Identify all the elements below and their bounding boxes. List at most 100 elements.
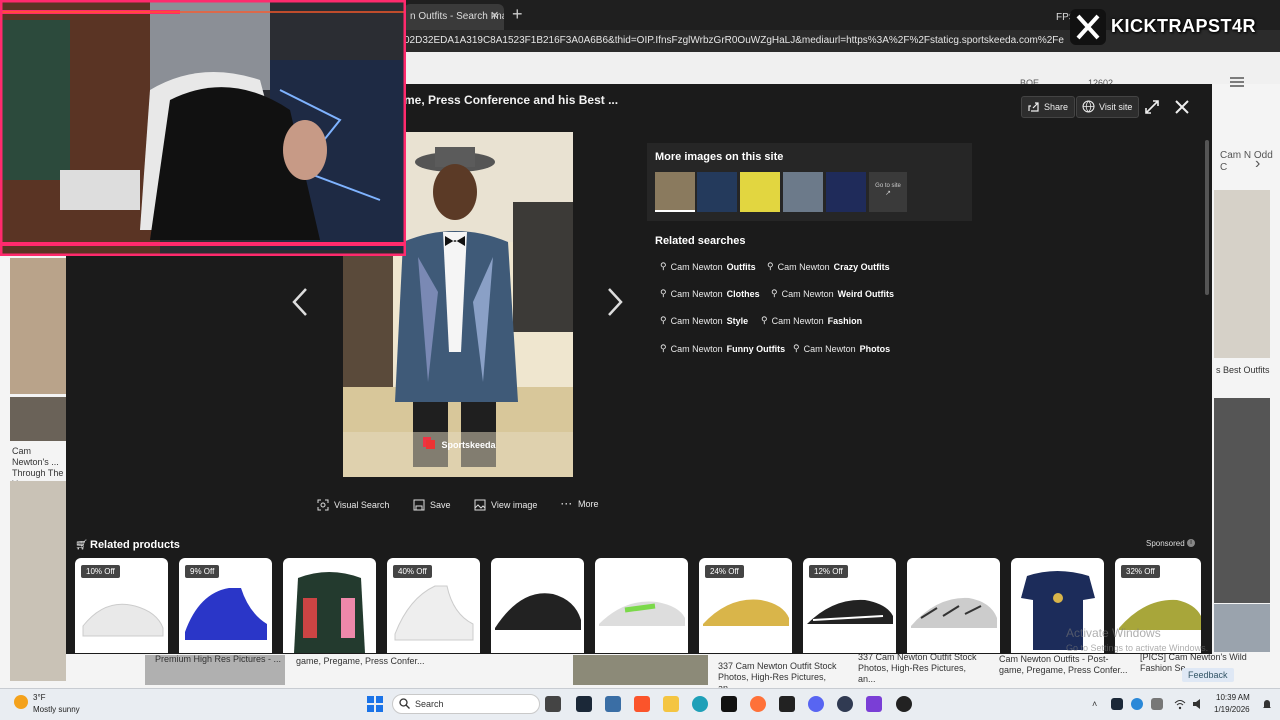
tray-icon[interactable] (1151, 698, 1163, 710)
related-search-item[interactable]: ⚲ Cam Newton Style (660, 315, 748, 326)
next-image-arrow[interactable] (606, 287, 624, 324)
search-icon: ⚲ (660, 315, 667, 325)
start-button[interactable] (367, 696, 383, 715)
previous-image-arrow[interactable] (291, 287, 309, 324)
product-card[interactable]: 9% Off (179, 558, 272, 653)
share-button[interactable]: Share (1021, 96, 1076, 118)
product-card[interactable] (491, 558, 584, 653)
tab-close-icon[interactable]: ✕ (490, 9, 499, 22)
search-icon: ⚲ (761, 315, 768, 325)
nvidia-icon[interactable] (779, 696, 795, 712)
clock-time[interactable]: 10:39 AM (1216, 693, 1250, 702)
background-thumbnail[interactable] (10, 481, 66, 681)
more-images-heading: More images on this site (655, 151, 784, 163)
steam-icon[interactable] (576, 696, 592, 712)
background-thumbnail[interactable] (573, 655, 708, 685)
x-logo-icon (1070, 9, 1106, 45)
product-card[interactable]: 10% Off (75, 558, 168, 653)
chevron-right-icon[interactable]: › (1255, 155, 1260, 173)
site-thumbnail[interactable] (783, 172, 823, 212)
visual-search-label: Visual Search (334, 500, 390, 510)
more-dots-icon: ··· (561, 499, 573, 509)
product-card[interactable]: 40% Off (387, 558, 480, 653)
source-name: Sportskeeda (441, 440, 496, 450)
related-search-item[interactable]: ⚲ Cam Newton Clothes (660, 288, 760, 299)
file-explorer-icon[interactable] (663, 696, 679, 712)
close-icon[interactable] (1174, 99, 1190, 118)
site-thumbnail[interactable] (740, 172, 780, 212)
view-image-button[interactable]: View image (474, 499, 537, 511)
task-view-icon[interactable] (545, 696, 561, 712)
background-thumbnail[interactable] (1214, 604, 1270, 652)
sportskeeda-icon (426, 440, 435, 449)
search-icon: ⚲ (660, 261, 667, 271)
discord-icon[interactable] (808, 696, 824, 712)
product-card[interactable] (595, 558, 688, 653)
discount-badge: 9% Off (185, 565, 220, 578)
related-search-item[interactable]: ⚲ Cam Newton Crazy Outfits (767, 261, 890, 272)
site-thumbnail[interactable] (655, 172, 695, 212)
wifi-icon[interactable] (1174, 698, 1186, 713)
app-icon[interactable] (896, 696, 912, 712)
tiktok-icon[interactable] (721, 696, 737, 712)
new-tab-button[interactable]: + (512, 4, 523, 25)
product-card[interactable] (283, 558, 376, 653)
background-caption[interactable]: s Best Outfits (1216, 365, 1270, 375)
related-search-item[interactable]: ⚲ Cam Newton Photos (793, 343, 890, 354)
background-thumbnail[interactable] (1214, 190, 1270, 358)
save-label: Save (430, 500, 451, 510)
sun-icon[interactable] (14, 695, 28, 709)
visual-search-button[interactable]: Visual Search (317, 499, 389, 511)
image-icon (474, 499, 486, 511)
modal-scrollbar[interactable] (1205, 140, 1209, 295)
volume-icon[interactable] (1192, 698, 1204, 713)
weather-temperature[interactable]: 3°F (33, 693, 46, 702)
notification-icon[interactable] (1262, 697, 1272, 711)
site-thumbnail[interactable] (697, 172, 737, 212)
site-thumbnail[interactable] (826, 172, 866, 212)
background-caption[interactable]: Cam Newton Outfits - Post-game, Pregame,… (999, 654, 1129, 676)
steam-tray-icon[interactable] (1111, 698, 1123, 710)
product-card[interactable]: 12% Off (803, 558, 896, 653)
visit-site-button[interactable]: Visit site (1076, 96, 1140, 118)
related-search-item[interactable]: ⚲ Cam Newton Funny Outfits (660, 343, 785, 354)
product-image (495, 593, 581, 630)
browser-tab[interactable]: n Outfits - Search Imag (404, 4, 504, 30)
background-caption[interactable]: Cam N Odd C (1220, 150, 1280, 174)
related-search-item[interactable]: ⚲ Cam Newton Fashion (761, 315, 862, 326)
product-card[interactable]: 24% Off (699, 558, 792, 653)
background-thumbnail[interactable] (10, 258, 66, 394)
background-thumbnail[interactable] (10, 397, 66, 441)
info-icon[interactable]: i (1187, 539, 1195, 547)
background-caption[interactable]: 337 Cam Newton Outfit Stock Photos, High… (858, 652, 983, 685)
go-to-site-label: Go to site (875, 183, 901, 189)
background-thumbnail[interactable] (1214, 398, 1270, 603)
expand-icon[interactable] (1144, 99, 1160, 118)
search-icon (399, 698, 410, 712)
discount-badge: 40% Off (393, 565, 432, 578)
firefox-icon[interactable] (750, 696, 766, 712)
notepad-icon[interactable] (605, 696, 621, 712)
windows-logo-icon (367, 696, 383, 712)
chevron-up-icon[interactable]: ˄ (1092, 699, 1097, 709)
related-search-item[interactable]: ⚲ Cam Newton Outfits (660, 261, 756, 272)
url-text[interactable]: 02D32EDA1A319C8A1523F1B216F3A0A6B6&thid=… (404, 35, 1064, 46)
source-label[interactable]: Sportskeeda (426, 440, 496, 450)
clock-date[interactable]: 1/19/2026 (1214, 705, 1250, 714)
obs-icon[interactable] (837, 696, 853, 712)
save-button[interactable]: Save (413, 499, 451, 511)
background-caption[interactable]: Premium High Res Pictures - ... (155, 654, 285, 665)
related-search-item[interactable]: ⚲ Cam Newton Weird Outfits (771, 288, 894, 299)
menu-icon[interactable] (1230, 76, 1244, 87)
background-caption[interactable]: game, Pregame, Press Confer... (296, 656, 426, 667)
weather-description[interactable]: Mostly sunny (33, 705, 80, 714)
tray-icon[interactable] (1131, 698, 1143, 710)
image-title[interactable]: me, Press Conference and his Best ... (404, 93, 618, 107)
feedback-button[interactable]: Feedback (1182, 668, 1234, 682)
edge-icon[interactable] (692, 696, 708, 712)
brave-icon[interactable] (634, 696, 650, 712)
go-to-site-button[interactable]: Go to site ↗ (869, 172, 907, 212)
more-button[interactable]: ··· More (561, 499, 599, 509)
app-icon[interactable] (866, 696, 882, 712)
product-card[interactable] (907, 558, 1000, 653)
